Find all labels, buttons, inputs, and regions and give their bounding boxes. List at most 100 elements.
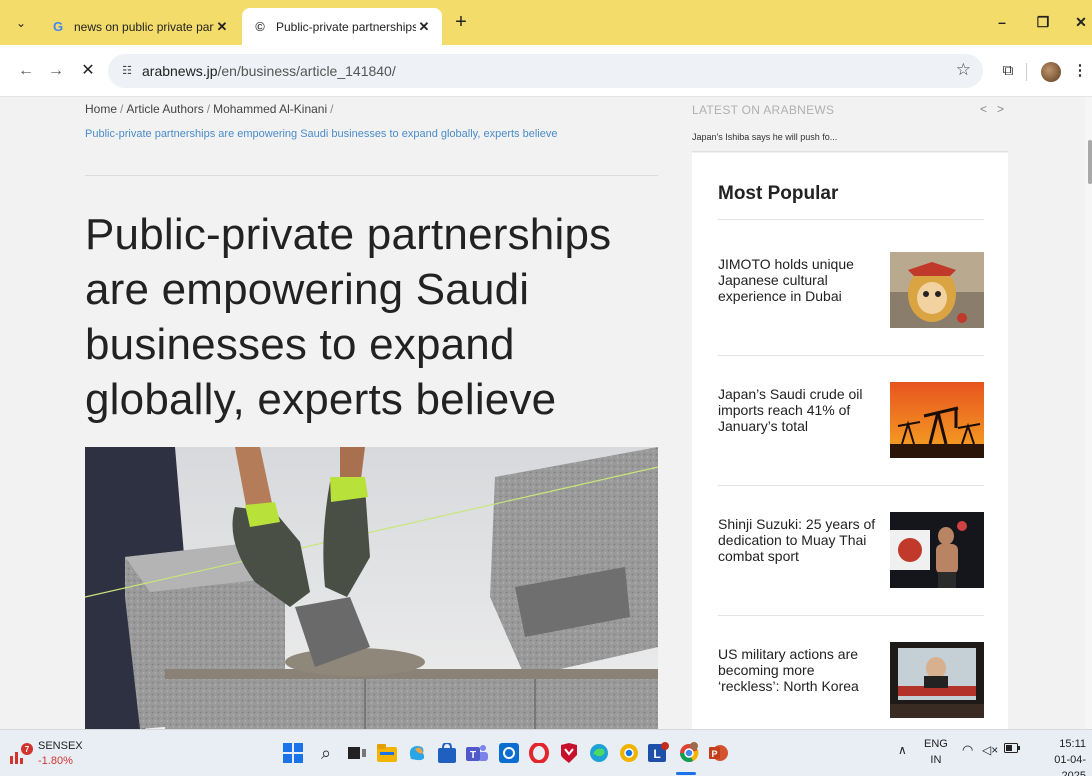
latest-prev-icon[interactable]: <: [980, 102, 987, 116]
fighter-thumbnail: [890, 512, 984, 588]
powerpoint-icon[interactable]: P: [706, 739, 732, 767]
edge-icon[interactable]: [586, 739, 612, 767]
sidebar-divider: [692, 151, 1008, 152]
file-explorer-icon[interactable]: [374, 739, 400, 767]
popular-item-thumbnail[interactable]: [890, 512, 984, 588]
popular-divider: [718, 615, 984, 616]
battery-icon[interactable]: [1004, 742, 1020, 758]
tab-search-results[interactable]: G news on public private partners ✕: [40, 8, 240, 45]
extensions-icon[interactable]: ⧉: [996, 59, 1020, 83]
popular-item-title[interactable]: US military actions are becoming more ‘r…: [718, 646, 878, 694]
scrollbar-track[interactable]: [1085, 97, 1092, 729]
breadcrumb-separator: /: [330, 102, 334, 116]
latest-next-icon[interactable]: >: [997, 102, 1004, 116]
stock-widget[interactable]: 7 SENSEX -1.80%: [8, 738, 98, 770]
stock-badge: 7: [25, 745, 30, 754]
task-view-icon[interactable]: [344, 739, 370, 767]
stock-name: SENSEX: [38, 740, 83, 752]
tab-strip: ⌄ G news on public private partners ✕ © …: [0, 0, 1092, 45]
breadcrumb-separator: /: [206, 102, 211, 116]
close-tab-icon[interactable]: ✕: [214, 19, 230, 35]
word-icon[interactable]: L: [646, 739, 672, 767]
site-settings-icon[interactable]: ☷: [118, 62, 136, 80]
url-domain: arabnews.jp: [142, 63, 218, 79]
chrome-icon[interactable]: [676, 739, 702, 767]
close-window-icon[interactable]: ✕: [1066, 10, 1092, 34]
toolbar-divider: [1026, 63, 1027, 81]
forward-icon[interactable]: →: [44, 59, 68, 83]
breadcrumb-article-authors[interactable]: Article Authors: [126, 102, 203, 116]
breadcrumb-home[interactable]: Home: [85, 102, 117, 116]
bricklayer-illustration: [85, 447, 658, 729]
copilot-icon[interactable]: [404, 739, 430, 767]
language-region: IN: [930, 754, 942, 766]
popular-item-title[interactable]: JIMOTO holds unique Japanese cultural ex…: [718, 256, 878, 304]
url-path: /en/business/article_141840/: [217, 63, 396, 79]
scrollbar-thumb[interactable]: [1088, 140, 1092, 184]
restore-icon[interactable]: ❐: [1028, 10, 1058, 34]
popular-item[interactable]: US military actions are becoming more ‘r…: [718, 642, 984, 722]
mcafee-icon[interactable]: [556, 739, 582, 767]
profile-avatar[interactable]: [1041, 62, 1061, 82]
svg-text:L: L: [653, 747, 660, 761]
tab-article[interactable]: © Public-private partnerships are ✕: [242, 8, 442, 45]
latest-on-arabnews-label: LATEST ON ARABNEWS: [692, 103, 835, 117]
google-favicon-icon: G: [52, 19, 64, 34]
popular-item-thumbnail[interactable]: [890, 252, 984, 328]
search-icon[interactable]: ⌕: [313, 739, 339, 767]
wifi-icon[interactable]: ◠: [962, 742, 973, 758]
stock-chart-icon: 7: [10, 743, 33, 764]
popular-item-title[interactable]: Japan’s Saudi crude oil imports reach 41…: [718, 386, 878, 434]
volume-icon[interactable]: ◁×: [982, 742, 998, 758]
new-tab-button[interactable]: +: [450, 12, 472, 34]
tv-news-thumbnail: [890, 642, 984, 718]
store-icon[interactable]: [434, 739, 460, 767]
latest-pager: < >: [980, 102, 1004, 116]
start-windows-icon[interactable]: [280, 739, 306, 767]
outlook-icon[interactable]: [496, 739, 522, 767]
address-bar[interactable]: ☷ arabnews.jp/en/business/article_141840…: [108, 54, 983, 88]
teams-icon[interactable]: T: [464, 739, 490, 767]
tab-title: Public-private partnerships are: [276, 19, 416, 34]
daruma-thumbnail: [890, 252, 984, 328]
popular-item[interactable]: Shinji Suzuki: 25 years of dedication to…: [718, 512, 984, 592]
active-app-indicator: [676, 772, 696, 775]
popular-item-thumbnail[interactable]: [890, 382, 984, 458]
most-popular-panel: Most Popular JIMOTO holds unique Japanes…: [692, 153, 1008, 729]
article-headline: Public-private partnerships are empoweri…: [85, 210, 612, 424]
latest-news-link[interactable]: Japan's Ishiba says he will push fo...: [692, 132, 837, 142]
svg-text:T: T: [470, 750, 476, 761]
back-icon[interactable]: ←: [14, 59, 38, 83]
minimize-icon[interactable]: –: [987, 10, 1017, 34]
chrome-canary-icon[interactable]: [616, 739, 642, 767]
oil-pumps-thumbnail: [890, 382, 984, 458]
popular-divider: [718, 219, 984, 220]
breadcrumb-current[interactable]: Public-private partnerships are empoweri…: [85, 128, 557, 140]
windows-taskbar: 7 SENSEX -1.80% ⌕ T L P ∧ ENG IN ◠ ◁× 15…: [0, 729, 1092, 776]
header-divider: [85, 175, 658, 176]
svg-text:P: P: [711, 749, 717, 759]
popular-item[interactable]: Japan’s Saudi crude oil imports reach 41…: [718, 382, 984, 462]
tray-overflow-icon[interactable]: ∧: [898, 742, 907, 758]
popular-item-thumbnail[interactable]: [890, 642, 984, 718]
language-indicator[interactable]: ENG IN: [924, 736, 948, 768]
popular-item[interactable]: JIMOTO holds unique Japanese cultural ex…: [718, 252, 984, 332]
menu-kebab-icon[interactable]: ⋮: [1068, 59, 1092, 83]
opera-icon[interactable]: [526, 739, 552, 767]
breadcrumb-author[interactable]: Mohammed Al-Kinani: [213, 102, 327, 116]
breadcrumb: Home / Article Authors / Mohammed Al-Kinani /: [85, 102, 336, 116]
clock[interactable]: 15:11 01-04-2025: [1030, 736, 1086, 776]
stop-icon[interactable]: ✕: [76, 59, 100, 83]
stock-change: -1.80%: [38, 755, 73, 767]
url-text[interactable]: arabnews.jp/en/business/article_141840/: [142, 63, 396, 79]
language-code: ENG: [924, 738, 948, 750]
tab-search-chevron-icon[interactable]: ⌄: [10, 12, 32, 34]
popular-divider: [718, 355, 984, 356]
web-page: Home / Article Authors / Mohammed Al-Kinani /…: [0, 97, 1092, 729]
popular-item-title[interactable]: Shinji Suzuki: 25 years of dedication to…: [718, 516, 878, 564]
address-toolbar: ← → ✕ ☷ arabnews.jp/en/business/article_…: [0, 45, 1092, 97]
close-tab-icon[interactable]: ✕: [416, 19, 432, 35]
clock-time: 15:11: [1059, 738, 1086, 750]
article-hero-image: [85, 447, 658, 729]
bookmark-star-icon[interactable]: ☆: [956, 60, 971, 80]
